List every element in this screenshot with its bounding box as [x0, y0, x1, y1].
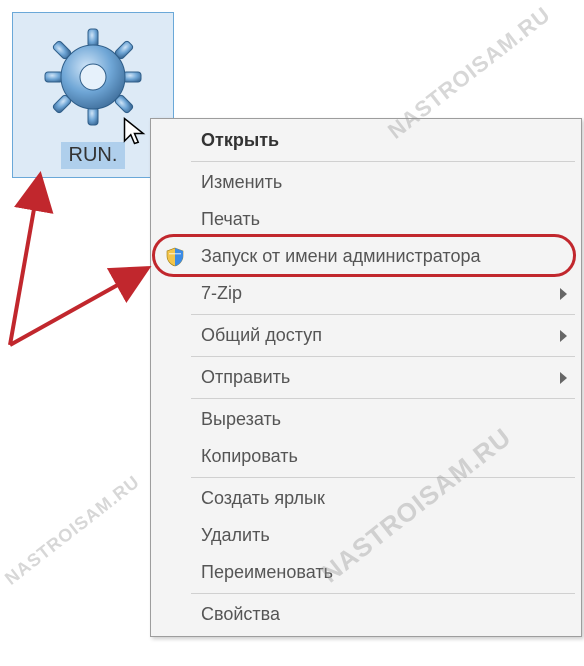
chevron-right-icon [560, 372, 567, 384]
menu-item[interactable]: Удалить [153, 517, 579, 554]
menu-item[interactable]: Вырезать [153, 401, 579, 438]
menu-item[interactable]: Печать [153, 201, 579, 238]
shield-icon [165, 247, 185, 267]
menu-separator [191, 161, 575, 162]
menu-item[interactable]: Создать ярлык [153, 480, 579, 517]
menu-separator [191, 398, 575, 399]
menu-item-label: Открыть [201, 130, 279, 150]
menu-separator [191, 356, 575, 357]
menu-item-label: Запуск от имени администратора [201, 246, 480, 266]
menu-item-label: Изменить [201, 172, 282, 192]
menu-item[interactable]: Изменить [153, 164, 579, 201]
menu-item[interactable]: Копировать [153, 438, 579, 475]
menu-separator [191, 593, 575, 594]
chevron-right-icon [560, 288, 567, 300]
menu-item-label: Свойства [201, 604, 280, 624]
menu-item[interactable]: Открыть [153, 122, 579, 159]
menu-item-label: Создать ярлык [201, 488, 325, 508]
menu-item[interactable]: Общий доступ [153, 317, 579, 354]
menu-item[interactable]: Отправить [153, 359, 579, 396]
menu-item[interactable]: 7-Zip [153, 275, 579, 312]
menu-separator [191, 477, 575, 478]
context-menu: Открыть Изменить Печать Запуск от имени адм… [150, 118, 582, 637]
menu-item-label: Общий доступ [201, 325, 322, 345]
menu-item[interactable]: Свойства [153, 596, 579, 633]
menu-item-label: Вырезать [201, 409, 281, 429]
menu-item-label: 7-Zip [201, 283, 242, 303]
chevron-right-icon [560, 330, 567, 342]
menu-item[interactable]: Переименовать [153, 554, 579, 591]
menu-separator [191, 314, 575, 315]
menu-item-label: Переименовать [201, 562, 333, 582]
menu-item-label: Отправить [201, 367, 290, 387]
menu-item-label: Копировать [201, 446, 298, 466]
watermark-text: NASTROISAM.RU [1, 471, 144, 589]
menu-item[interactable]: Запуск от имени администратора [153, 238, 579, 275]
gear-settings-icon [43, 27, 143, 127]
menu-item-label: Удалить [201, 525, 270, 545]
desktop-file-label: RUN. [61, 142, 126, 169]
menu-item-label: Печать [201, 209, 260, 229]
